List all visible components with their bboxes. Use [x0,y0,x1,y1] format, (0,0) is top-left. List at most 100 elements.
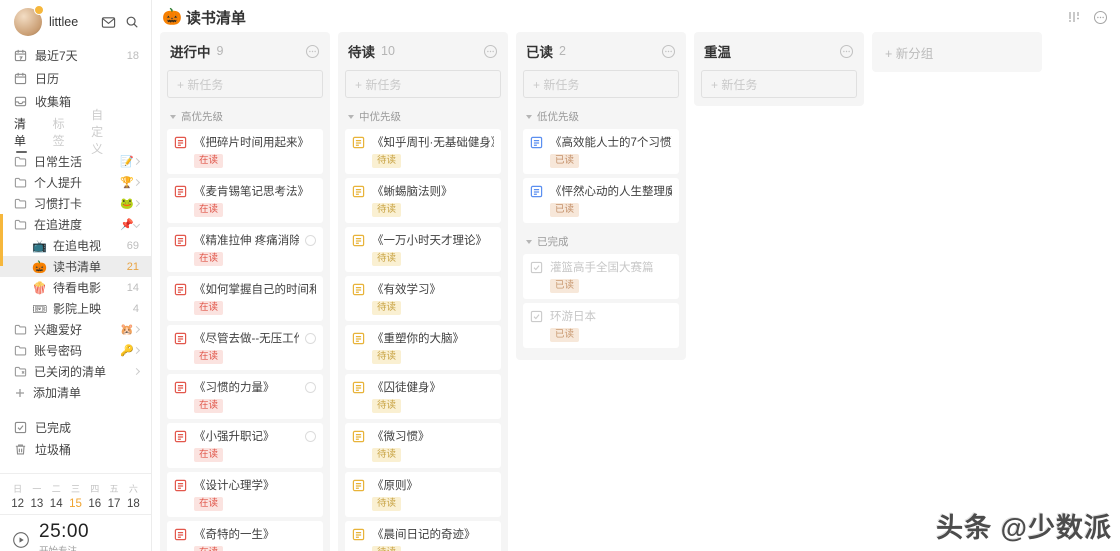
tab-2[interactable]: 标签 [53,111,68,152]
calendar-date[interactable]: 14 [47,498,66,510]
list-emoji-icon: 📺 [32,238,47,253]
priority-section: 低优先级 《高效能人士的7个习惯》 已读 《怦然心动的人生整理魔法2》 已读 [523,109,679,223]
section-header[interactable]: 已完成 [526,234,676,249]
task-card[interactable]: 灌篮高手全国大赛篇 已读 [523,254,679,299]
add-task-input[interactable]: + 新任务 [523,70,679,98]
calendar-date[interactable]: 17 [104,498,123,510]
column-name: 进行中 [170,45,211,60]
sidebar-list-item[interactable]: 已关闭的清单 [0,361,151,382]
task-tag: 在读 [194,448,224,462]
add-group-button[interactable]: + 新分组 [872,32,1042,72]
calendar-date[interactable]: 18 [124,498,143,510]
sort-icon[interactable] [1067,10,1081,24]
column-more-icon[interactable] [305,44,320,59]
tab-1[interactable]: 清单 [14,111,29,153]
task-card[interactable]: 《微习惯》 待读 [345,423,501,468]
sidebar-list-item[interactable]: 🍿 待看电影 14 [0,277,151,298]
calendar-date[interactable]: 13 [27,498,46,510]
task-tag: 待读 [372,154,402,168]
sidebar-item[interactable]: 日历 [0,67,151,90]
search-icon[interactable] [125,15,139,29]
sidebar-list-item[interactable]: 在追进度 📌 [0,214,151,235]
note-icon [530,185,543,198]
sidebar-list-item[interactable]: 个人提升 🏆 [0,172,151,193]
sidebar-list-add[interactable]: 添加清单 [0,382,151,403]
weekday-label: 六 [128,484,138,494]
task-tag: 在读 [194,350,224,364]
task-card[interactable]: 《如何掌握自己的时间和生活》 在读 [167,276,323,321]
sidebar-item[interactable]: 已完成 [0,416,151,438]
sidebar-list-item[interactable]: 📺 在追电视 69 [0,235,151,256]
list-emoji-icon: 🎃 [32,259,47,274]
task-card[interactable]: 《知乎周刊·无基础健身》 待读 [345,129,501,174]
note-icon [174,528,187,541]
task-title: 《微习惯》 [372,431,430,443]
progress-ring-icon[interactable] [305,332,316,344]
progress-ring-icon[interactable] [305,381,316,393]
calendar-date[interactable]: 12 [8,498,27,510]
sidebar-list-item[interactable]: 🎟 影院上映 4 [0,298,151,319]
sidebar-item[interactable]: 最近7天 18 [0,44,151,67]
more-icon[interactable] [1093,10,1108,25]
task-tag: 在读 [194,252,224,266]
folder-icon [14,323,27,336]
task-card[interactable]: 《小强升职记》 在读 [167,423,323,468]
list-label: 习惯打卡 [34,197,83,211]
section-header[interactable]: 低优先级 [526,109,676,124]
mail-icon[interactable] [101,15,116,30]
note-icon [174,234,187,247]
list-label: 已关闭的清单 [34,365,107,379]
task-card[interactable]: 《习惯的力量》 在读 [167,374,323,419]
task-title: 《囚徒健身》 [372,382,441,394]
task-tag: 已读 [550,328,580,342]
section-header[interactable]: 高优先级 [170,109,320,124]
add-task-input[interactable]: + 新任务 [701,70,857,98]
task-tag: 待读 [372,448,402,462]
calendar-date[interactable]: 15 [66,498,85,510]
note-icon [174,430,187,443]
play-icon[interactable] [12,531,30,549]
calendar-date[interactable]: 16 [85,498,104,510]
progress-ring-icon[interactable] [305,430,316,442]
sidebar-list-item[interactable]: 习惯打卡 🐸 [0,193,151,214]
task-card[interactable]: 《重塑你的大脑》 待读 [345,325,501,370]
task-card[interactable]: 《怦然心动的人生整理魔法2》 已读 [523,178,679,223]
task-card[interactable]: 《原则》 待读 [345,472,501,517]
task-card[interactable]: 《有效学习》 待读 [345,276,501,321]
column-more-icon[interactable] [839,44,854,59]
sidebar-list-item[interactable]: 日常生活 📝 [0,151,151,172]
sidebar-list-item[interactable]: 🎃 读书清单 21 [0,256,151,277]
list-label: 兴趣爱好 [34,323,83,337]
column-header: 已读 2 [523,41,679,61]
sidebar-item[interactable]: 垃圾桶 [0,438,151,460]
task-card[interactable]: 《把碎片时间用起来》 在读 [167,129,323,174]
user-row[interactable]: littlee [0,0,151,42]
task-title: 《麦肯锡笔记思考法》 [194,186,309,198]
task-title: 《原则》 [372,480,418,492]
task-card[interactable]: 《高效能人士的7个习惯》 已读 [523,129,679,174]
add-task-input[interactable]: + 新任务 [167,70,323,98]
sidebar-list-item[interactable]: 账号密码 🔑 [0,340,151,361]
task-card[interactable]: 《设计心理学》 在读 [167,472,323,517]
task-card[interactable]: 环游日本 已读 [523,303,679,348]
task-card[interactable]: 《一万小时天才理论》 待读 [345,227,501,272]
section-header[interactable]: 中优先级 [348,109,498,124]
add-task-input[interactable]: + 新任务 [345,70,501,98]
chevron-right-icon [132,367,141,376]
task-card[interactable]: 《尽管去做--无压工作的艺术》 在读 [167,325,323,370]
task-card[interactable]: 《精准拉伸 疼痛消除和损伤… 在读 [167,227,323,272]
avatar[interactable] [14,5,44,36]
task-card[interactable]: 《囚徒健身》 待读 [345,374,501,419]
task-card[interactable]: 《麦肯锡笔记思考法》 在读 [167,178,323,223]
task-card[interactable]: 《晨间日记的奇迹》 待读 [345,521,501,551]
list-count: 4 [132,302,139,315]
task-card[interactable]: 《奇特的一生》 在读 [167,521,323,551]
column-more-icon[interactable] [483,44,498,59]
column-more-icon[interactable] [661,44,676,59]
main-area: 🎃 读书清单 进行中 9 + 新任务 高优先级 《把碎片时间用起来》 在读 《麦… [152,0,1120,551]
progress-ring-icon[interactable] [305,234,316,246]
tab-3[interactable]: 自定义 [91,102,113,160]
sidebar-list-item[interactable]: 兴趣爱好 🐹 [0,319,151,340]
task-card[interactable]: 《蜥蜴脑法则》 待读 [345,178,501,223]
weekday-label: 五 [109,484,119,494]
